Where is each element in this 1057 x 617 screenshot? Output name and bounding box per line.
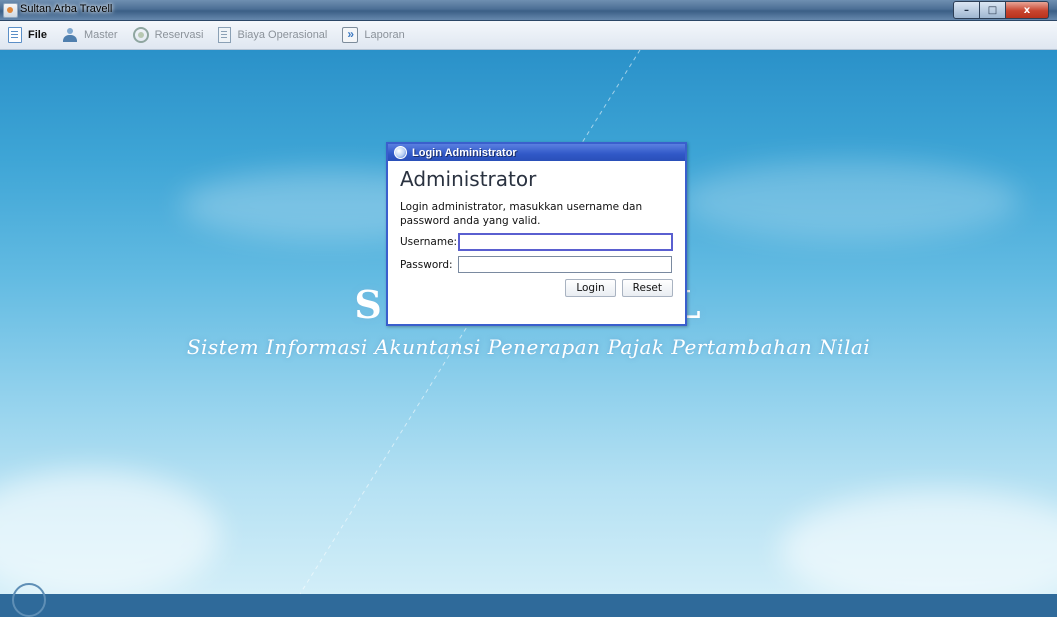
login-dialog-body: Administrator Login administrator, masuk…: [388, 167, 685, 297]
window-title: Sultan Arba Travell: [20, 3, 113, 15]
reset-button[interactable]: Reset: [621, 279, 673, 297]
login-description: Login administrator, masukkan username d…: [400, 201, 643, 227]
menu-file-label: File: [28, 29, 47, 41]
window-controls: – □ x: [953, 1, 1049, 19]
menu-laporan[interactable]: Laporan: [334, 24, 411, 46]
login-button[interactable]: Login: [565, 279, 616, 297]
biaya-icon: [218, 27, 232, 43]
password-input[interactable]: [458, 256, 672, 273]
password-row: Password:: [400, 256, 673, 273]
username-input[interactable]: [458, 233, 673, 251]
reservasi-icon: [132, 27, 149, 43]
dialog-buttons: Login Reset: [400, 279, 673, 297]
menu-reservasi[interactable]: Reservasi: [125, 24, 211, 46]
menu-reservasi-label: Reservasi: [154, 29, 204, 41]
menu-laporan-label: Laporan: [364, 29, 405, 41]
menu-master[interactable]: Master: [54, 24, 125, 46]
menu-biaya-operasional-label: Biaya Operasional: [237, 29, 328, 41]
maximize-button[interactable]: □: [980, 1, 1006, 19]
laporan-icon: [342, 27, 359, 43]
username-row: Username:: [400, 233, 673, 251]
minimize-button[interactable]: –: [953, 1, 980, 19]
password-label: Password:: [400, 258, 453, 271]
java-app-icon: [3, 3, 18, 18]
brand-title-start: S: [354, 282, 384, 327]
login-dialog: Login Administrator Administrator Login …: [386, 142, 687, 326]
menu-file[interactable]: File: [0, 24, 54, 46]
login-heading: Administrator: [400, 167, 537, 191]
brand-subtitle: Sistem Informasi Akuntansi Penerapan Paj…: [186, 335, 871, 359]
close-button[interactable]: x: [1006, 1, 1049, 19]
master-icon: [62, 27, 78, 43]
corner-logo: [12, 583, 46, 617]
login-dialog-titlebar[interactable]: Login Administrator: [388, 144, 685, 161]
login-dialog-title: Login Administrator: [412, 146, 517, 159]
menu-bar: File Master Reservasi Biaya Operasional …: [0, 21, 1057, 50]
menu-biaya-operasional[interactable]: Biaya Operasional: [210, 24, 334, 46]
dialog-globe-icon: [394, 146, 407, 159]
file-icon: [8, 27, 22, 43]
username-label: Username:: [400, 236, 458, 248]
window-titlebar: Sultan Arba Travell – □ x: [0, 0, 1057, 21]
menu-master-label: Master: [83, 29, 118, 41]
